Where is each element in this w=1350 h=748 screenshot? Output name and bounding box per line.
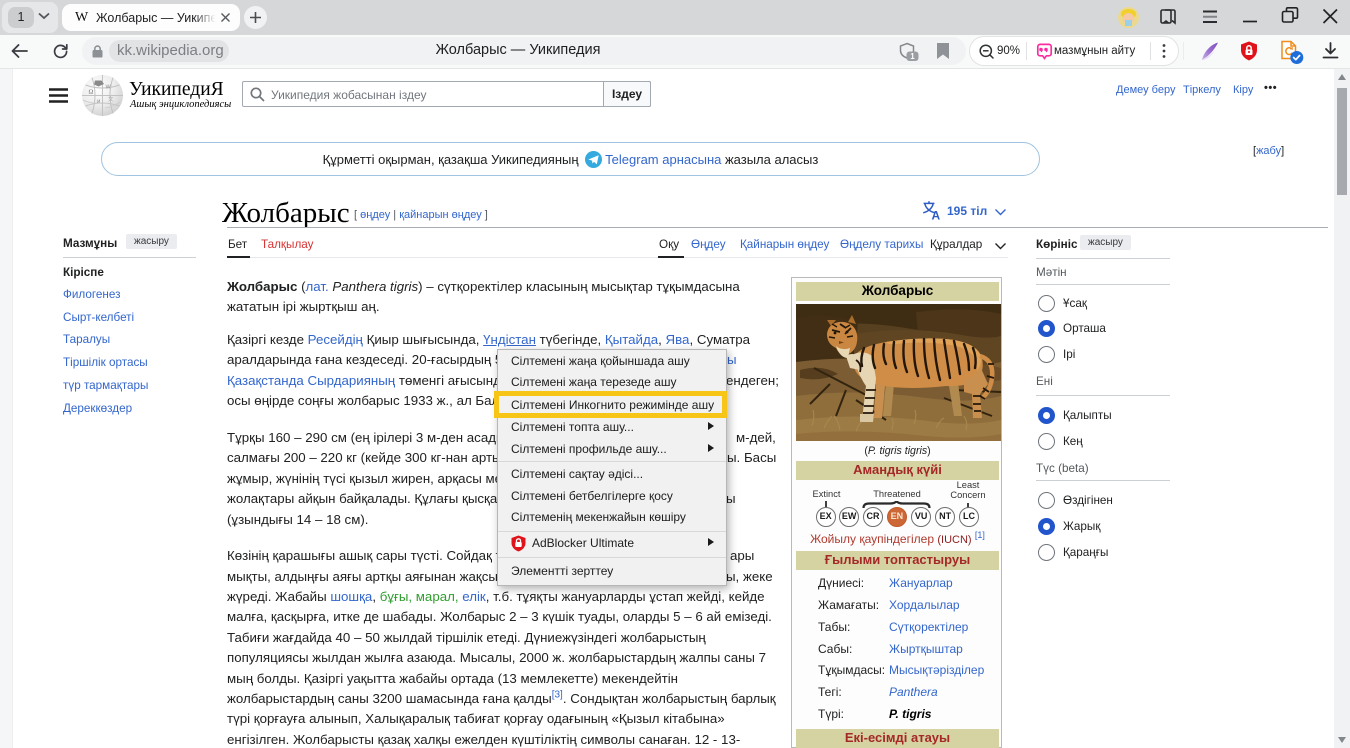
svg-text:A: A xyxy=(932,209,941,222)
svg-text:И: И xyxy=(97,100,101,106)
svg-text:文: 文 xyxy=(108,95,114,103)
svg-text:1: 1 xyxy=(910,52,915,61)
svg-text:Ω: Ω xyxy=(89,89,94,96)
svg-text:W: W xyxy=(106,85,112,91)
